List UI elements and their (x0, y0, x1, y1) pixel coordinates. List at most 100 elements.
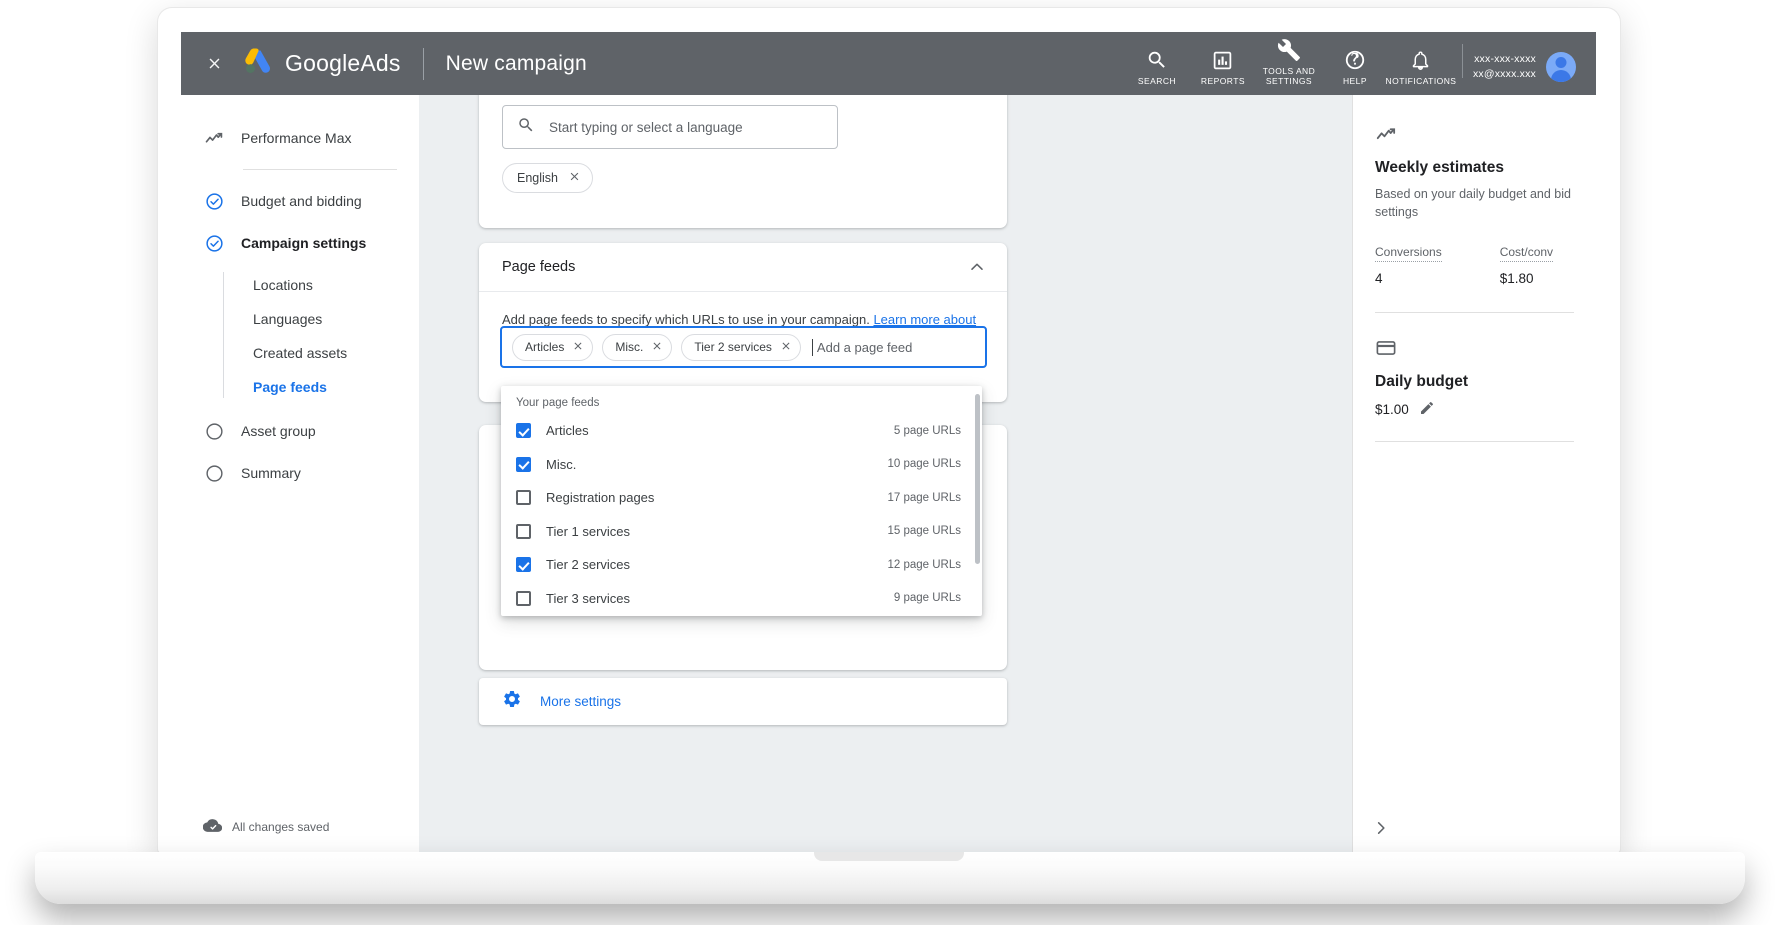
chevron-right-icon[interactable] (1371, 818, 1391, 838)
remove-icon[interactable] (780, 340, 792, 355)
main-content: Select the languages your customers spea… (419, 95, 1352, 852)
close-icon[interactable] (201, 51, 227, 77)
header-search-label: SEARCH (1137, 76, 1177, 86)
circle-icon (203, 464, 225, 483)
daily-budget-value: $1.00 (1375, 402, 1409, 417)
option-count: 17 page URLs (887, 491, 961, 504)
google-ads-logo[interactable]: GoogleAds (245, 48, 401, 79)
edit-pencil-icon[interactable] (1419, 400, 1435, 419)
help-icon (1344, 48, 1366, 72)
sidebar-subitem-page-feeds[interactable]: Page feeds (181, 370, 419, 404)
metric-value: 4 (1375, 271, 1383, 286)
sidebar-item-asset-group[interactable]: Asset group (181, 410, 419, 452)
page-feeds-card: Page feeds Add page feeds to specify whi… (479, 243, 1007, 402)
text-caret (811, 338, 813, 356)
metric-label: Conversions (1375, 245, 1442, 262)
metric-value: $1.80 (1499, 271, 1534, 286)
remove-icon[interactable] (572, 340, 584, 355)
checkbox-icon[interactable] (516, 423, 531, 439)
option-label: Misc. (546, 456, 577, 472)
language-search-input[interactable]: Start typing or select a language (502, 105, 838, 149)
remove-icon[interactable] (651, 340, 663, 355)
dropdown-option-tier-3-services[interactable]: Tier 3 services 9 page URLs (501, 582, 982, 616)
language-chip-english: English (502, 163, 593, 193)
languages-card: Select the languages your customers spea… (479, 95, 1007, 228)
page-feeds-chip-input[interactable]: Articles Misc. Tier 2 services Add a pag… (500, 326, 987, 368)
dropdown-scrollbar[interactable] (975, 394, 980, 564)
more-settings-button[interactable]: More settings (479, 678, 1007, 725)
header-tools-settings-button[interactable]: TOOLS AND SETTINGS (1256, 38, 1322, 86)
language-search-placeholder: Start typing or select a language (549, 119, 743, 135)
account-info: xxx-xxx-xxxx xx@xxxx.xxx (1473, 52, 1536, 82)
option-count: 10 page URLs (887, 458, 961, 471)
sidebar-item-summary[interactable]: Summary (181, 452, 419, 494)
sidebar-subitem-languages[interactable]: Languages (181, 302, 419, 336)
header-notifications-button[interactable]: NOTIFICATIONS (1385, 48, 1457, 86)
header-notifications-label: NOTIFICATIONS (1385, 76, 1457, 86)
laptop-frame: GoogleAds New campaign SEARCH REPORTS TO… (0, 0, 1777, 925)
page-feeds-dropdown[interactable]: Your page feeds Articles 5 page URLs Mis… (501, 386, 982, 616)
trend-icon (1375, 123, 1574, 145)
account-divider (1461, 44, 1463, 78)
dropdown-option-articles[interactable]: Articles 5 page URLs (501, 414, 982, 448)
subitem-label: Created assets (253, 345, 348, 361)
checkbox-icon[interactable] (516, 590, 531, 606)
sidebar-item-label: Campaign settings (241, 235, 367, 251)
trend-icon (203, 128, 225, 148)
saved-status-label: All changes saved (232, 820, 330, 834)
option-label: Tier 3 services (546, 590, 631, 606)
dropdown-option-registration-pages[interactable]: Registration pages 17 page URLs (501, 481, 982, 515)
avatar[interactable] (1546, 52, 1576, 82)
circle-icon (203, 422, 225, 441)
dropdown-option-tier-2-services[interactable]: Tier 2 services 12 page URLs (501, 548, 982, 582)
checkbox-icon[interactable] (516, 523, 531, 539)
brand-text: GoogleAds (285, 50, 401, 77)
weekly-estimates-subtitle: Based on your daily budget and bid setti… (1375, 187, 1571, 219)
option-label: Tier 2 services (546, 557, 631, 573)
search-icon (1146, 48, 1168, 72)
reports-icon (1212, 48, 1233, 72)
sidebar-subitem-created-assets[interactable]: Created assets (181, 336, 419, 370)
dropdown-option-tier-1-services[interactable]: Tier 1 services 15 page URLs (501, 515, 982, 549)
panel-divider (1375, 441, 1574, 442)
checkbox-icon[interactable] (516, 490, 531, 506)
sidebar-item-performance-max[interactable]: Performance Max (181, 117, 419, 159)
page-feed-chip: Tier 2 services (681, 333, 801, 361)
cloud-check-icon (202, 816, 223, 838)
page-title: New campaign (445, 51, 587, 75)
sidebar-subitem-locations[interactable]: Locations (181, 268, 419, 302)
dropdown-option-list: Articles 5 page URLs Misc. 10 page URLs (501, 414, 982, 615)
daily-budget-title: Daily budget (1375, 373, 1469, 390)
chip-label: Tier 2 services (694, 340, 772, 354)
dropdown-option-misc[interactable]: Misc. 10 page URLs (501, 448, 982, 482)
sidebar-item-label: Summary (241, 465, 301, 481)
estimates-metrics: Conversions 4 Cost/conv $1.80 (1375, 243, 1574, 286)
sidebar-item-budget-and-bidding[interactable]: Budget and bidding (181, 180, 419, 222)
sidebar-divider (243, 169, 397, 170)
header-help-button[interactable]: HELP (1322, 48, 1388, 86)
account-menu[interactable]: xxx-xxx-xxxx xx@xxxx.xxx (1473, 52, 1576, 82)
option-label: Registration pages (546, 490, 655, 506)
subitem-label: Page feeds (253, 379, 327, 395)
account-email: xx@xxxx.xxx (1472, 68, 1536, 80)
checkbox-icon[interactable] (516, 557, 531, 573)
credit-card-icon (1375, 337, 1574, 359)
chevron-up-icon[interactable] (967, 257, 987, 277)
checkbox-icon[interactable] (516, 456, 531, 472)
option-count: 15 page URLs (887, 525, 961, 538)
dropdown-group-label: Your page feeds (516, 397, 600, 409)
header-reports-button[interactable]: REPORTS (1190, 48, 1256, 86)
page-feed-chip: Misc. (602, 333, 673, 361)
check-circle-icon (203, 192, 225, 211)
sidebar-item-label: Performance Max (241, 130, 352, 146)
header-search-button[interactable]: SEARCH (1124, 48, 1190, 86)
brand-ads: Ads (360, 50, 401, 76)
header-reports-label: REPORTS (1200, 76, 1246, 86)
subnav-rail (223, 272, 224, 398)
remove-icon[interactable] (568, 170, 581, 186)
main-scroll-area[interactable]: Select the languages your customers spea… (419, 95, 1352, 852)
option-label: Articles (546, 423, 589, 439)
saved-status: All changes saved (202, 816, 330, 838)
sidebar-item-campaign-settings[interactable]: Campaign settings (181, 222, 419, 264)
sidebar-subnav: Locations Languages Created assets Page … (181, 268, 419, 404)
